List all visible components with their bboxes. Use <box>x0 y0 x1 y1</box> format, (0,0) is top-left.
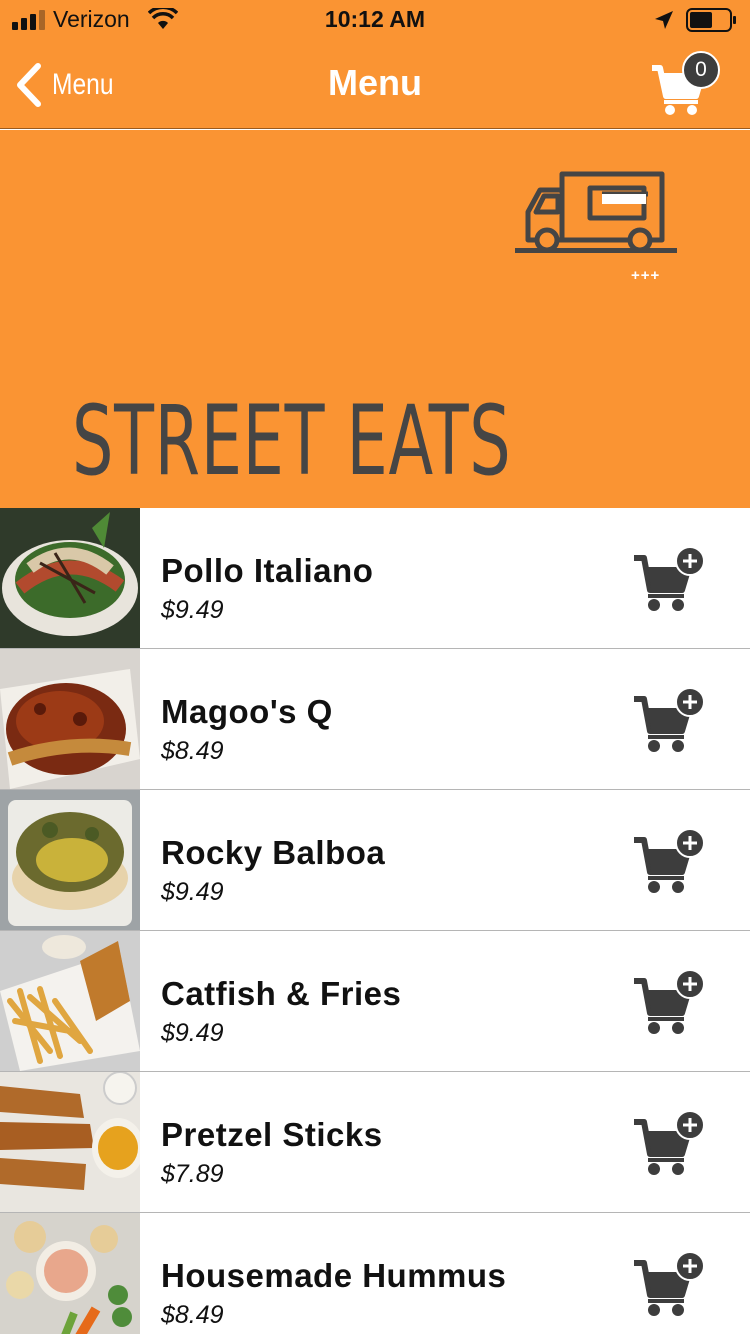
menu-list: Pollo Italiano $9.49 Magoo's Q $8.49 Roc… <box>0 508 750 1334</box>
add-to-cart-button[interactable] <box>632 1251 708 1319</box>
add-to-cart-button[interactable] <box>632 687 708 755</box>
item-price: $9.49 <box>161 596 224 624</box>
list-item[interactable]: Catfish & Fries $9.49 <box>0 931 750 1072</box>
item-price: $9.49 <box>161 1019 224 1047</box>
location-arrow-icon <box>655 11 673 29</box>
item-price: $8.49 <box>161 737 224 765</box>
add-to-cart-button[interactable] <box>632 546 708 614</box>
food-photo <box>0 1072 140 1212</box>
list-item[interactable]: Pollo Italiano $9.49 <box>0 508 750 649</box>
truck-tagline: +++ <box>631 267 661 284</box>
add-to-cart-button[interactable] <box>632 1110 708 1178</box>
food-photo <box>0 508 140 648</box>
add-to-cart-button[interactable] <box>632 969 708 1037</box>
list-item[interactable]: Housemade Hummus $8.49 <box>0 1213 750 1334</box>
item-name: Pretzel Sticks <box>161 1116 383 1153</box>
restaurant-name: STREET EATS <box>72 385 512 497</box>
add-to-cart-icon <box>634 1251 705 1316</box>
food-photo <box>0 649 140 789</box>
food-truck-icon <box>515 171 677 253</box>
food-photo <box>0 1213 140 1334</box>
list-item[interactable]: Magoo's Q $8.49 <box>0 649 750 790</box>
add-to-cart-icon <box>634 828 705 893</box>
food-photo <box>0 931 140 1071</box>
status-time: 10:12 AM <box>324 6 426 32</box>
item-price: $8.49 <box>161 1301 224 1329</box>
food-photo <box>0 790 140 930</box>
item-name: Catfish & Fries <box>161 975 402 1012</box>
item-price: $9.49 <box>161 878 224 906</box>
page-title: Menu <box>328 62 422 103</box>
battery-icon <box>686 8 736 32</box>
cart-count-badge: 0 <box>682 51 720 89</box>
list-item[interactable]: Pretzel Sticks $7.89 <box>0 1072 750 1213</box>
hero-banner: +++ STREET EATS <box>0 130 750 508</box>
item-name: Pollo Italiano <box>161 552 374 589</box>
add-to-cart-button[interactable] <box>632 828 708 896</box>
status-bar: Verizon 10:12 AM <box>0 0 750 40</box>
item-price: $7.89 <box>161 1160 224 1188</box>
list-item[interactable]: Rocky Balboa $9.49 <box>0 790 750 931</box>
add-to-cart-icon <box>634 687 705 752</box>
navigation-bar: Menu Menu 0 <box>0 40 750 129</box>
add-to-cart-icon <box>634 1110 705 1175</box>
add-to-cart-icon <box>634 969 705 1034</box>
item-name: Rocky Balboa <box>161 834 386 871</box>
item-name: Housemade Hummus <box>161 1257 507 1294</box>
cart-button[interactable]: 0 <box>646 50 726 120</box>
add-to-cart-icon <box>634 546 705 611</box>
item-name: Magoo's Q <box>161 693 333 730</box>
